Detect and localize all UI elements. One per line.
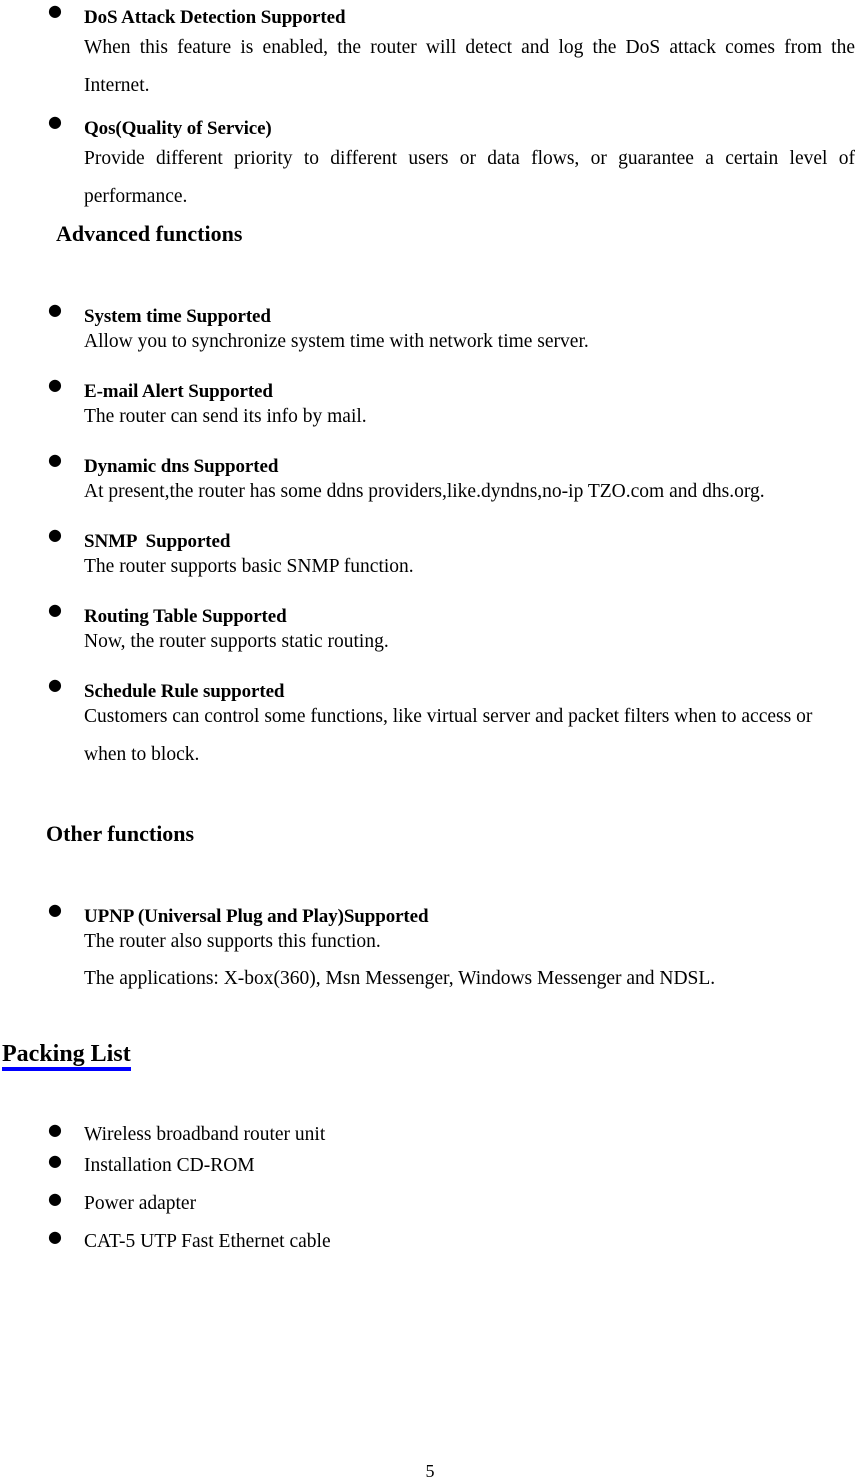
bullet-icon: ● xyxy=(48,600,62,619)
bullet-icon: ● xyxy=(48,375,62,394)
bullet-icon: ● xyxy=(48,1189,62,1208)
bullet-icon: ● xyxy=(48,525,62,544)
feature-body-schedule-rule: Customers can control some functions, li… xyxy=(84,706,818,765)
bullet-icon: ● xyxy=(48,1120,62,1139)
section-heading-packing-list: Packing List xyxy=(2,1042,131,1071)
feature-body-dynamic-dns: At present,the router has some ddns prov… xyxy=(84,481,765,502)
bullet-icon: ● xyxy=(48,1151,62,1170)
feature-body-upnp-line-1: The router also supports this function. xyxy=(84,931,381,952)
packing-list-item: Power adapter xyxy=(84,1193,197,1214)
document-page: ● DoS Attack Detection Supported When th… xyxy=(0,0,863,1484)
packing-list-title: Packing List xyxy=(2,1041,131,1067)
bullet-icon: ● xyxy=(48,900,62,919)
section-heading-other: Other functions xyxy=(46,821,195,846)
section-heading-advanced: Advanced functions xyxy=(56,221,243,246)
feature-body-snmp: The router supports basic SNMP function. xyxy=(84,556,414,577)
feature-body-upnp-line-2: The applications: X-box(360), Msn Messen… xyxy=(84,968,716,989)
feature-body-routing-table: Now, the router supports static routing. xyxy=(84,631,389,652)
feature-body-dos: When this feature is enabled, the router… xyxy=(84,37,860,96)
bullet-icon: ● xyxy=(48,675,62,694)
page-number: 5 xyxy=(425,1461,435,1481)
blue-underline-rule xyxy=(2,1067,131,1071)
packing-list-item: Installation CD-ROM xyxy=(84,1155,255,1176)
feature-body-email-alert: The router can send its info by mail. xyxy=(84,406,367,427)
bullet-icon: ● xyxy=(48,112,62,131)
bullet-icon: ● xyxy=(48,1,62,20)
feature-body-qos: Provide different priority to different … xyxy=(84,148,860,207)
bullet-icon: ● xyxy=(48,1227,62,1246)
feature-body-system-time: Allow you to synchronize system time wit… xyxy=(84,331,589,352)
bullet-icon: ● xyxy=(48,450,62,469)
packing-list-item: CAT-5 UTP Fast Ethernet cable xyxy=(84,1231,331,1252)
bullet-icon: ● xyxy=(48,300,62,319)
